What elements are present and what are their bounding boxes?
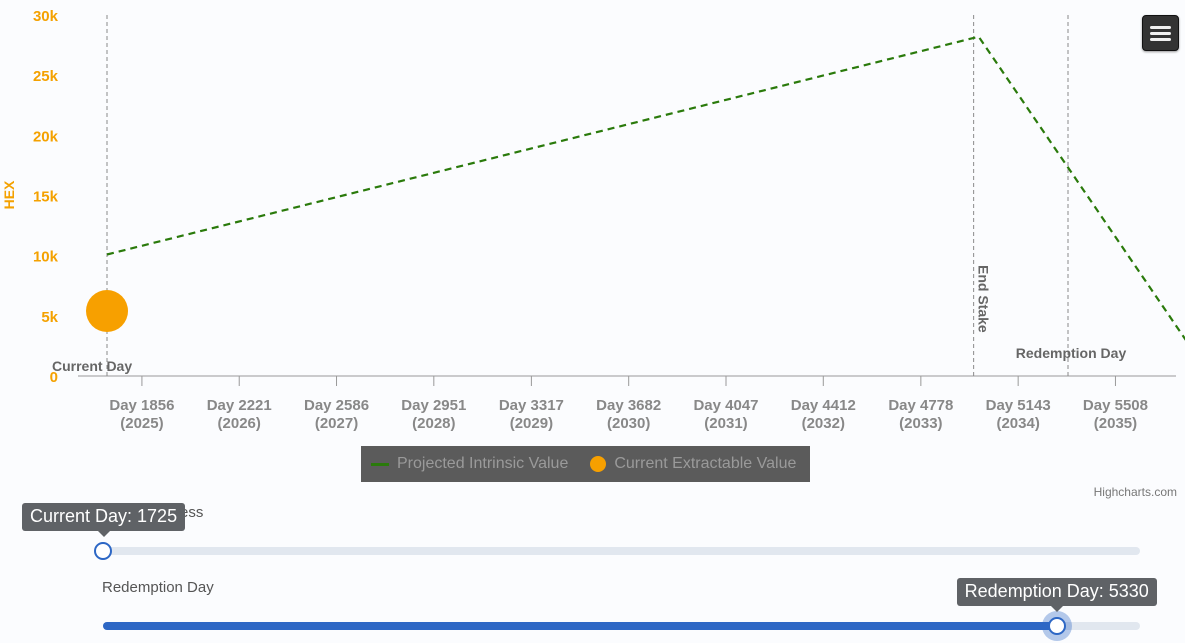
x-tick-label: Day 4412 [791, 397, 856, 414]
x-tick-year: (2035) [1094, 415, 1137, 432]
x-tick-label: Day 2221 [207, 397, 272, 414]
y-tick-label: 25k [33, 68, 59, 85]
x-axis: Day 1856(2025)Day 2221(2026)Day 2586(202… [78, 375, 1176, 432]
series-point-extractable [86, 290, 128, 333]
y-axis-labels: 05k10k15k20k25k30k [33, 8, 59, 386]
legend-item-extractable[interactable]: Current Extractable Value [590, 455, 796, 473]
y-tick-label: 10k [33, 249, 59, 266]
chart: 05k10k15k20k25k30k Day 1856(2025)Day 222… [1, 8, 1185, 432]
y-tick-label: 30k [33, 8, 59, 25]
legend-line-swatch [371, 462, 389, 466]
legend-label: Projected Intrinsic Value [397, 455, 569, 472]
slider-label-redemption: Redemption Day [102, 579, 214, 596]
x-tick-label: Day 3317 [499, 397, 564, 414]
y-tick-label: 5k [41, 309, 58, 326]
chart-credits[interactable]: Highcharts.com [1094, 485, 1177, 499]
plot-lines: Current Day End Stake Redemption Day [52, 15, 1126, 376]
x-tick-label: Day 5143 [986, 397, 1051, 414]
y-tick-label: 20k [33, 128, 59, 145]
x-tick-year: (2032) [802, 415, 845, 432]
x-tick-label: Day 1856 [109, 397, 174, 414]
x-tick-year: (2033) [899, 415, 942, 432]
x-tick-label: Day 4778 [888, 397, 953, 414]
redemption-day-tooltip: Redemption Day: 5330 [956, 578, 1157, 612]
current-day-slider-thumb[interactable] [94, 542, 112, 560]
current-day-track[interactable] [103, 547, 1140, 555]
chart-legend: Projected Intrinsic Value Current Extrac… [361, 446, 810, 482]
plot-line-label: Current Day [52, 358, 132, 374]
x-tick-label: Day 2586 [304, 397, 369, 414]
hamburger-icon [1150, 25, 1171, 41]
x-tick-label: Day 2951 [401, 397, 466, 414]
redemption-day-fill [103, 622, 1057, 630]
current-day-tooltip: Current Day: 1725 [22, 503, 186, 537]
x-tick-year: (2027) [315, 415, 358, 432]
y-tick-label: 15k [33, 189, 59, 206]
x-tick-year: (2031) [704, 415, 747, 432]
chart-menu-button[interactable] [1142, 15, 1179, 51]
x-tick-year: (2026) [218, 415, 261, 432]
x-tick-year: (2028) [412, 415, 455, 432]
x-tick-label: Day 3682 [596, 397, 661, 414]
x-tick-year: (2034) [996, 415, 1039, 432]
x-tick-year: (2025) [120, 415, 163, 432]
x-tick-year: (2030) [607, 415, 650, 432]
legend-label: Current Extractable Value [614, 455, 797, 472]
x-tick-label: Day 4047 [693, 397, 758, 414]
plot-line-label: Redemption Day [1016, 345, 1127, 361]
redemption-day-track[interactable] [103, 622, 1140, 630]
plot-line-label: End Stake [976, 265, 992, 333]
redemption-day-slider-thumb[interactable] [1047, 617, 1066, 635]
x-tick-label: Day 5508 [1083, 397, 1148, 414]
y-axis-title: HEX [1, 180, 17, 209]
legend-dot-swatch [590, 456, 607, 472]
series-line-projected [106, 35, 1185, 341]
x-tick-year: (2029) [510, 415, 553, 432]
legend-item-projected[interactable]: Projected Intrinsic Value [371, 455, 568, 473]
series-group [86, 35, 1185, 341]
